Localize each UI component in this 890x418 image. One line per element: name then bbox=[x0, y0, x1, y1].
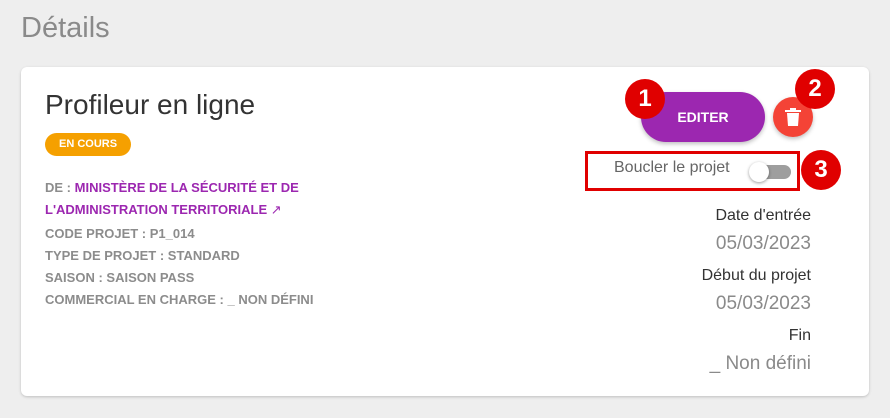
project-details-card: Profileur en ligne EN COURS DE : MINISTÈ… bbox=[21, 67, 869, 396]
annotation-badge-2: 2 bbox=[795, 69, 835, 109]
client-link[interactable]: MINISTÈRE DE LA SÉCURITÉ ET DE L'ADMINIST… bbox=[45, 180, 299, 217]
start-date-label: Début du projet bbox=[701, 267, 811, 284]
start-date-value: 05/03/2023 bbox=[715, 293, 811, 314]
project-title: Profileur en ligne bbox=[45, 89, 256, 120]
project-type: TYPE DE PROJET : STANDARD bbox=[45, 248, 240, 263]
loop-project-label: Boucler le projet bbox=[614, 159, 730, 176]
page-heading: Détails bbox=[21, 12, 110, 44]
project-commercial: COMMERCIAL EN CHARGE : _ NON DÉFINI bbox=[45, 292, 314, 307]
project-season: SAISON : SAISON PASS bbox=[45, 270, 195, 285]
client-label: DE : bbox=[45, 180, 75, 195]
external-link-icon: ↗ bbox=[270, 202, 282, 217]
client-info: DE : MINISTÈRE DE LA SÉCURITÉ ET DE L'ADM… bbox=[45, 177, 375, 221]
project-code: CODE PROJET : P1_014 bbox=[45, 226, 195, 241]
toggle-thumb bbox=[749, 162, 769, 182]
client-name-line1: MINISTÈRE DE LA SÉCURITÉ ET DE bbox=[74, 180, 299, 195]
trash-icon bbox=[785, 108, 801, 126]
entry-date-value: 05/03/2023 bbox=[715, 233, 811, 254]
annotation-badge-1: 1 bbox=[625, 79, 665, 119]
end-date-value: _ Non défini bbox=[709, 353, 811, 374]
status-badge: EN COURS bbox=[45, 133, 132, 156]
end-date-label: Fin bbox=[788, 327, 811, 344]
loop-project-toggle[interactable] bbox=[749, 162, 793, 182]
entry-date-label: Date d'entrée bbox=[715, 207, 811, 224]
annotation-badge-3: 3 bbox=[801, 150, 841, 190]
client-name-line2: L'ADMINISTRATION TERRITORIALE bbox=[45, 202, 268, 217]
